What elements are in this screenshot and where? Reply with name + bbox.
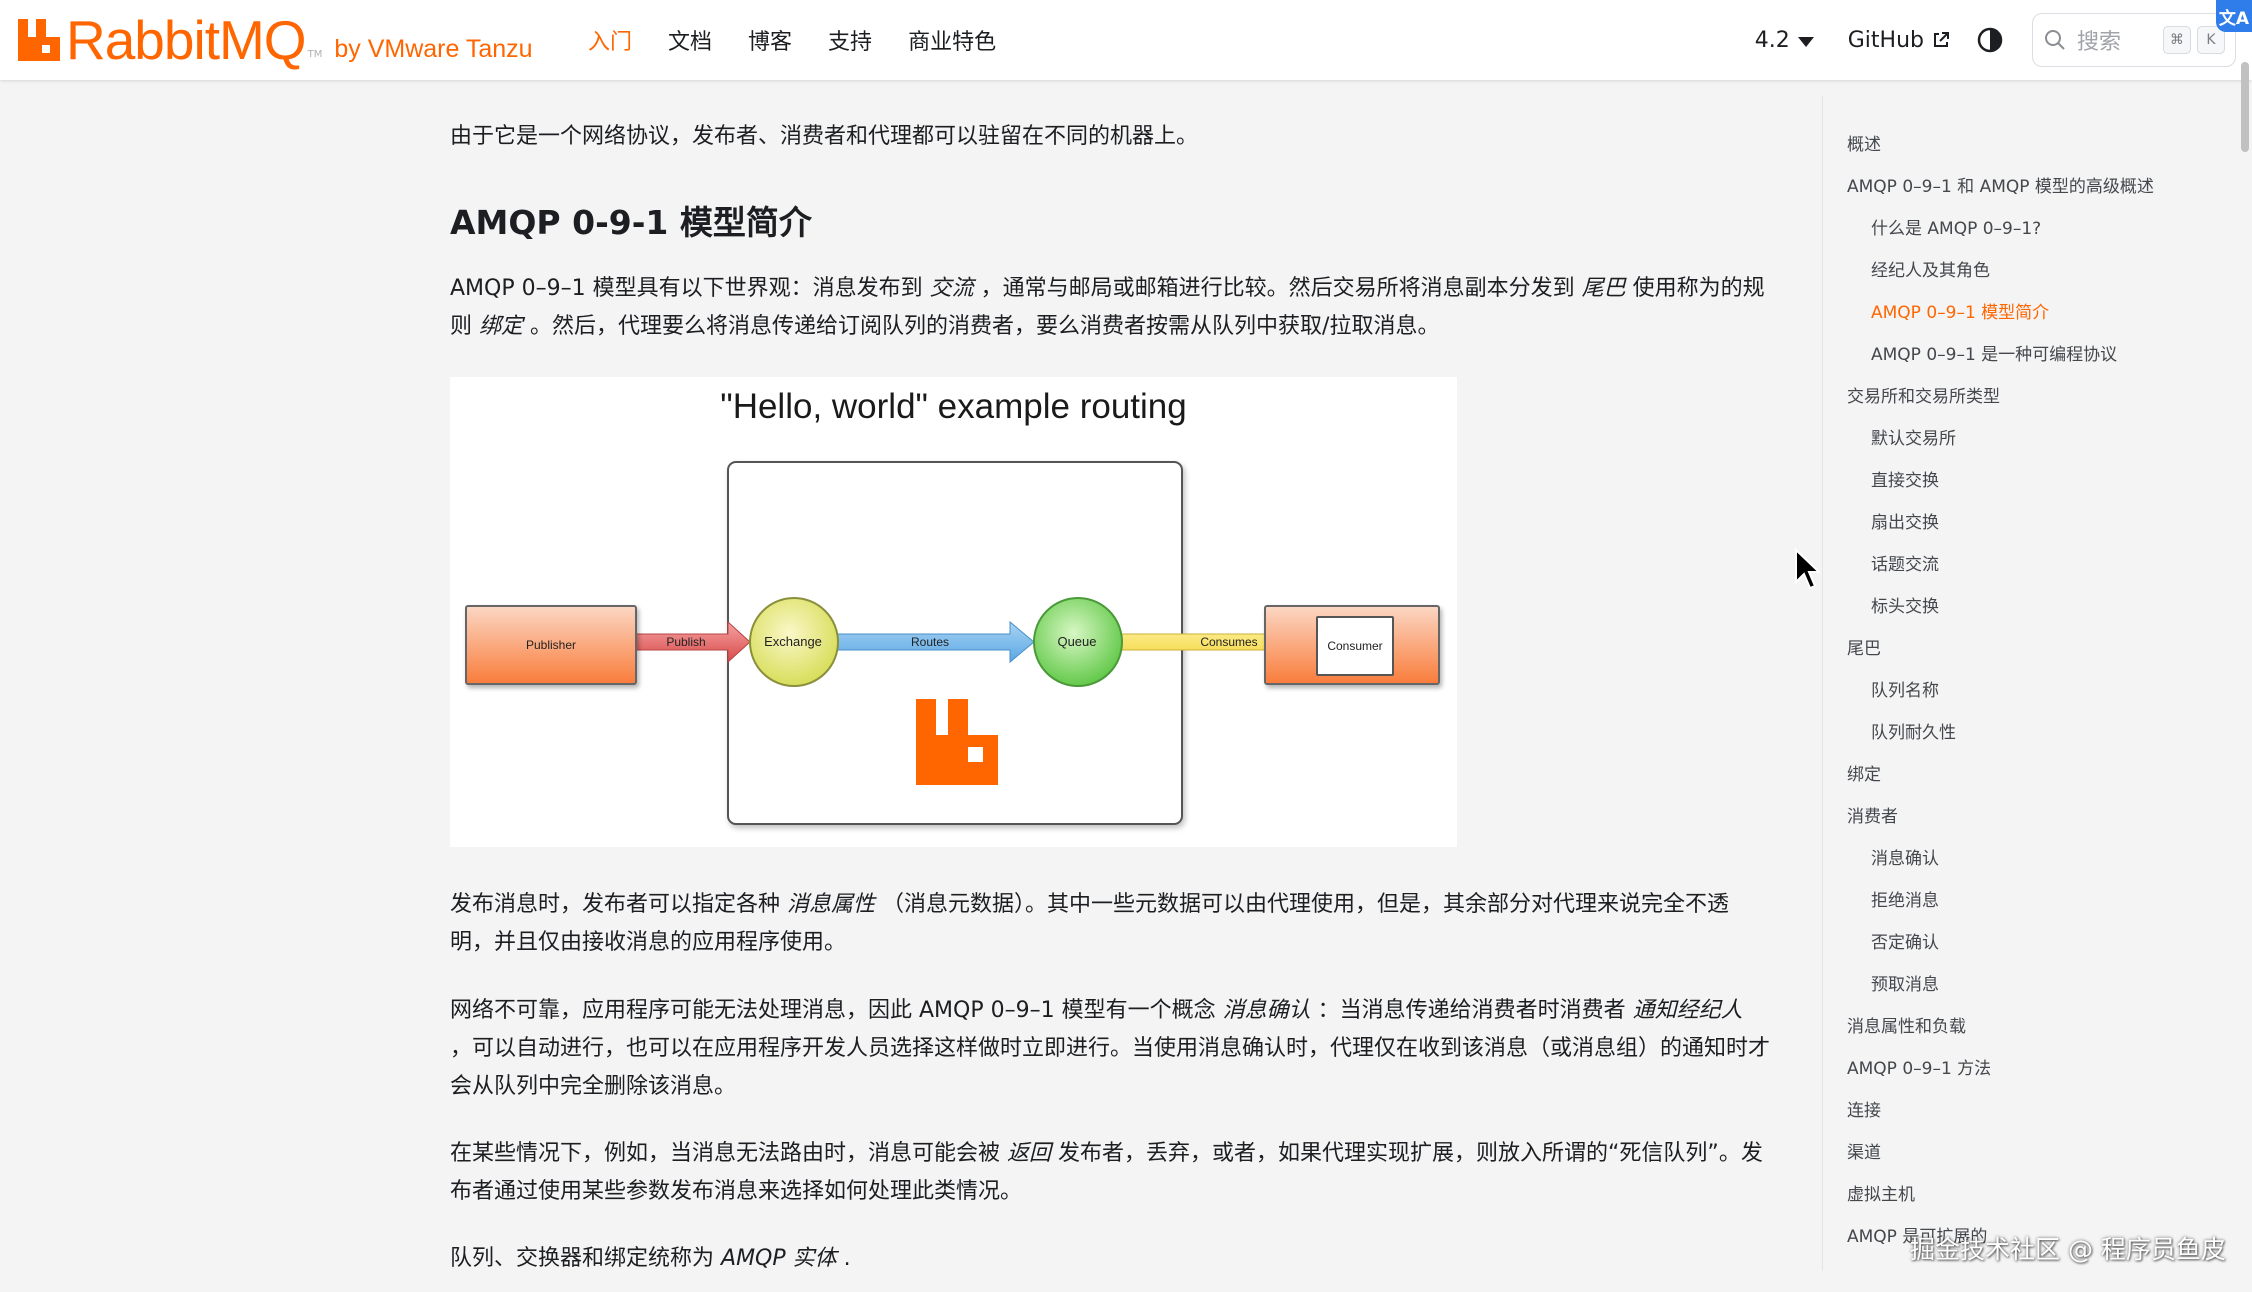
mouse-cursor-icon	[1795, 548, 1820, 590]
term: 尾巴	[1581, 276, 1626, 301]
toc-item[interactable]: 否定确认	[1871, 928, 1939, 953]
caret-down-icon	[1797, 36, 1814, 47]
publish-label: Publish	[666, 635, 706, 649]
term: 消息确认	[1222, 998, 1311, 1023]
paragraph-amqp-entities: 队列、交换器和绑定统称为 AMQP 实体 .	[450, 1240, 1770, 1278]
dark-mode-toggle-icon[interactable]	[1976, 26, 2004, 54]
nav-item-support[interactable]: 支持	[810, 24, 890, 56]
term: 交流	[929, 276, 974, 301]
toc-item[interactable]: 预取消息	[1871, 970, 1939, 995]
search-box[interactable]: 搜索 ⌘ K	[2032, 13, 2236, 67]
translate-icon[interactable]: 文A	[2216, 0, 2252, 32]
text: ，可以自动进行，也可以在应用程序开发人员选择这样做时立即进行。当使用消息确认时，…	[450, 1036, 1771, 1099]
toc-item[interactable]: 直接交换	[1871, 466, 1939, 491]
top-navbar: RabbitMQ TM by VMware Tanzu 入门 文档 博客 支持 …	[0, 0, 2252, 80]
main-nav: 入门 文档 博客 支持 商业特色	[570, 0, 1014, 80]
logo-trademark: TM	[307, 49, 323, 60]
text: ，通常与邮局或邮箱进行比较。然后交易所将消息副本分发到	[980, 276, 1575, 301]
toc-item[interactable]: 交易所和交易所类型	[1847, 382, 2000, 407]
rabbit-logo-icon	[18, 19, 60, 61]
consumer-label: Consumer	[1316, 616, 1394, 676]
github-link[interactable]: GitHub	[1848, 28, 1950, 53]
toc-item[interactable]: 消息确认	[1871, 844, 1939, 869]
toc-item[interactable]: 队列名称	[1871, 676, 1939, 701]
toc-item[interactable]: 扇出交换	[1871, 508, 1939, 533]
toc-item[interactable]: 话题交流	[1871, 550, 1939, 575]
scrollbar-thumb[interactable]	[2241, 62, 2249, 152]
toc-item[interactable]: 连接	[1847, 1096, 1881, 1121]
text: AMQP 0–9–1 模型具有以下世界观：消息发布到	[450, 276, 923, 301]
term: 绑定	[479, 314, 524, 339]
intro-paragraph: 由于它是一个网络协议，发布者、消费者和代理都可以驻留在不同的机器上。	[450, 124, 1199, 149]
toc-item[interactable]: 尾巴	[1847, 634, 1881, 659]
page-scrollbar[interactable]	[2238, 56, 2252, 1292]
term: 通知经纪人	[1632, 998, 1743, 1023]
text: 。然后，代理要么将消息传递给订阅队列的消费者，要么消费者按需从队列中获取/拉取消…	[530, 314, 1440, 339]
rabbitmq-logo[interactable]: RabbitMQ TM by VMware Tanzu	[16, 10, 533, 70]
toc-item[interactable]: 渠道	[1847, 1138, 1881, 1163]
paragraph-acknowledgements: 网络不可靠，应用程序可能无法处理消息，因此 AMQP 0–9–1 模型有一个概念…	[450, 992, 1770, 1106]
term: 返回	[1007, 1141, 1052, 1166]
rabbitmq-mark	[916, 699, 998, 785]
nav-item-commercial-features[interactable]: 商业特色	[890, 24, 1014, 56]
paragraph-returned-messages: 在某些情况下，例如，当消息无法路由时，消息可能会被 返回 发布者，丢弃，或者，如…	[450, 1135, 1770, 1211]
consumer-box: Consumer	[1264, 605, 1440, 685]
publisher-box: Publisher	[465, 605, 637, 685]
toc-item[interactable]: 默认交易所	[1871, 424, 1956, 449]
nav-item-blog[interactable]: 博客	[730, 24, 810, 56]
text: 在某些情况下，例如，当消息无法路由时，消息可能会被	[450, 1141, 1001, 1166]
toc-item[interactable]: 标头交换	[1871, 592, 1939, 617]
paragraph-properties: 发布消息时，发布者可以指定各种 消息属性 （消息元数据）。其中一些元数据可以由代…	[450, 886, 1770, 962]
watermark: 掘金技术社区 @ 程序员鱼皮	[1910, 1235, 2226, 1264]
paragraph-model: AMQP 0–9–1 模型具有以下世界观：消息发布到 交流 ，通常与邮局或邮箱进…	[450, 270, 1770, 346]
section-heading: AMQP 0-9-1 模型简介	[450, 203, 812, 242]
external-link-icon	[1934, 32, 1949, 47]
toc-item[interactable]: 拒绝消息	[1871, 886, 1939, 911]
exchange-label: Exchange	[764, 633, 822, 649]
kbd-cmd: ⌘	[2163, 26, 2191, 54]
version-label: 4.2	[1754, 27, 1790, 53]
version-dropdown[interactable]: 4.2	[1755, 28, 1814, 53]
text: 发布消息时，发布者可以指定各种	[450, 892, 781, 917]
toc-item[interactable]: 虚拟主机	[1847, 1180, 1915, 1205]
toc-item[interactable]: 经纪人及其角色	[1871, 256, 1990, 281]
toc-item[interactable]: 概述	[1847, 130, 1881, 155]
text: 网络不可靠，应用程序可能无法处理消息，因此 AMQP 0–9–1 模型有一个概念	[450, 998, 1216, 1023]
text: 队列、交换器和绑定统称为	[450, 1246, 715, 1271]
search-icon	[2045, 30, 2065, 50]
nav-right: 4.2 GitHub 搜索 ⌘ K	[1755, 0, 2252, 80]
nav-item-get-started[interactable]: 入门	[570, 24, 650, 56]
search-placeholder: 搜索	[2077, 30, 2122, 55]
toc-item[interactable]: AMQP 0–9–1 方法	[1847, 1054, 1991, 1079]
toc-item-active[interactable]: AMQP 0–9–1 模型简介	[1871, 298, 2049, 323]
hello-world-routing-diagram: "Hello, world" example routing Publisher…	[450, 377, 1457, 847]
toc-item[interactable]: 消息属性和负载	[1847, 1012, 1966, 1037]
logo-text: RabbitMQ	[66, 9, 307, 71]
toc-item[interactable]: AMQP 0–9–1 是一种可编程协议	[1871, 340, 2117, 365]
toc-item[interactable]: 绑定	[1847, 760, 1881, 785]
nav-item-docs[interactable]: 文档	[650, 24, 730, 56]
toc-item[interactable]: AMQP 0–9–1 和 AMQP 模型的高级概述	[1847, 172, 2154, 197]
github-label: GitHub	[1847, 27, 1924, 53]
queue-label: Queue	[1057, 633, 1097, 649]
logo-byline: by VMware Tanzu	[334, 34, 533, 63]
term: 消息属性	[787, 892, 876, 917]
text: ：当消息传递给消费者时消费者	[1317, 998, 1626, 1023]
toc-item[interactable]: 什么是 AMQP 0–9–1?	[1871, 214, 2041, 239]
table-of-contents: 概述 AMQP 0–9–1 和 AMQP 模型的高级概述 什么是 AMQP 0–…	[1822, 96, 2252, 1271]
term: AMQP 实体	[721, 1246, 837, 1271]
toc-item[interactable]: 消费者	[1847, 802, 1898, 827]
routes-label: Routes	[910, 635, 950, 649]
toc-item[interactable]: 队列耐久性	[1871, 718, 1956, 743]
text: .	[843, 1246, 851, 1271]
